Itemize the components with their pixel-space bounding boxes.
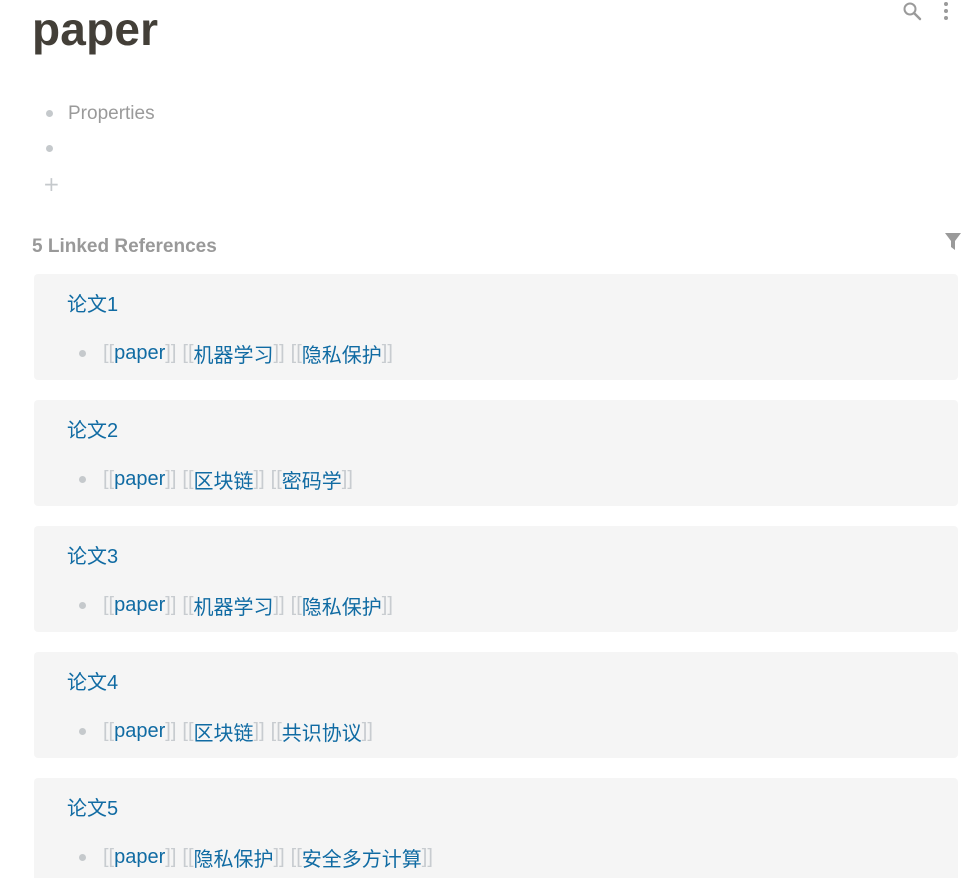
bracket-close: ]]: [273, 594, 285, 616]
page-reference[interactable]: [[区块链]]: [182, 465, 264, 494]
page-reference-link[interactable]: 安全多方计算: [302, 843, 422, 872]
plus-icon: +: [43, 171, 60, 196]
bracket-close: ]]: [253, 468, 265, 490]
page-reference[interactable]: [[隐私保护]]: [291, 591, 393, 620]
linked-references-title[interactable]: 5 Linked References: [32, 236, 217, 258]
page-reference[interactable]: [[paper]]: [103, 468, 176, 491]
bracket-close: ]]: [421, 846, 433, 868]
block-bullet[interactable]: [46, 145, 53, 152]
bracket-close: ]]: [273, 846, 285, 868]
block-bullet[interactable]: [79, 476, 86, 483]
block-bullet[interactable]: [79, 854, 86, 861]
bracket-open: [[: [103, 342, 115, 364]
page-reference[interactable]: [[机器学习]]: [182, 591, 284, 620]
bracket-open: [[: [103, 846, 115, 868]
page-reference[interactable]: [[共识协议]]: [271, 717, 373, 746]
page-reference[interactable]: [[paper]]: [103, 846, 176, 869]
reference-page-link[interactable]: 论文1: [67, 288, 118, 317]
bracket-close: ]]: [165, 468, 177, 490]
page-reference[interactable]: [[安全多方计算]]: [291, 843, 433, 872]
bracket-open: [[: [182, 342, 194, 364]
page-reference-link[interactable]: 隐私保护: [302, 591, 382, 620]
reference-page-link[interactable]: 论文2: [67, 414, 118, 443]
page-reference-link[interactable]: 密码学: [282, 465, 342, 494]
bracket-open: [[: [290, 846, 302, 868]
block-bullet[interactable]: [79, 350, 86, 357]
page-reference-link[interactable]: 区块链: [194, 465, 254, 494]
bracket-close: ]]: [165, 342, 177, 364]
bracket-open: [[: [290, 594, 302, 616]
block-bullet[interactable]: [79, 602, 86, 609]
bracket-close: ]]: [165, 594, 177, 616]
page-reference-link[interactable]: paper: [114, 720, 165, 743]
bracket-open: [[: [182, 720, 194, 742]
reference-block[interactable]: [[paper]][[隐私保护]][[安全多方计算]]: [79, 843, 439, 872]
page-reference[interactable]: [[机器学习]]: [182, 339, 284, 368]
reference-card: 论文5[[paper]][[隐私保护]][[安全多方计算]]: [34, 778, 958, 878]
reference-page-link[interactable]: 论文5: [67, 792, 118, 821]
reference-card: 论文2[[paper]][[区块链]][[密码学]]: [34, 400, 958, 506]
bracket-open: [[: [270, 468, 282, 490]
bracket-close: ]]: [381, 594, 393, 616]
bracket-close: ]]: [253, 720, 265, 742]
linked-references-header: 5 Linked References: [32, 233, 961, 258]
bracket-open: [[: [182, 468, 194, 490]
bracket-open: [[: [270, 720, 282, 742]
page-reference[interactable]: [[paper]]: [103, 594, 176, 617]
block-bullet[interactable]: [46, 110, 53, 117]
page-reference-link[interactable]: 隐私保护: [302, 339, 382, 368]
page-reference-link[interactable]: paper: [114, 468, 165, 491]
page-title[interactable]: paper: [32, 2, 158, 56]
reference-page-link[interactable]: 论文3: [67, 540, 118, 569]
page-root: paper Properties + 5 Linked References 论…: [0, 0, 971, 878]
block-text[interactable]: Properties: [68, 103, 155, 125]
page-reference-link[interactable]: paper: [114, 594, 165, 617]
more-vertical-icon[interactable]: [935, 0, 957, 22]
block-list: Properties +: [40, 96, 155, 201]
reference-block[interactable]: [[paper]][[机器学习]][[隐私保护]]: [79, 339, 399, 368]
page-reference-link[interactable]: paper: [114, 342, 165, 365]
page-reference-link[interactable]: 共识协议: [282, 717, 362, 746]
page-reference[interactable]: [[paper]]: [103, 720, 176, 743]
page-reference[interactable]: [[隐私保护]]: [291, 339, 393, 368]
page-reference[interactable]: [[区块链]]: [182, 717, 264, 746]
bracket-open: [[: [290, 342, 302, 364]
reference-card: 论文3[[paper]][[机器学习]][[隐私保护]]: [34, 526, 958, 632]
bracket-open: [[: [182, 846, 194, 868]
bracket-close: ]]: [165, 720, 177, 742]
top-actions: [901, 0, 957, 22]
add-block-button[interactable]: +: [43, 166, 155, 201]
bracket-close: ]]: [273, 342, 285, 364]
reference-block[interactable]: [[paper]][[区块链]][[共识协议]]: [79, 717, 379, 746]
bracket-close: ]]: [165, 846, 177, 868]
bracket-open: [[: [103, 468, 115, 490]
bracket-open: [[: [182, 594, 194, 616]
filter-icon[interactable]: [942, 231, 964, 253]
page-reference-link[interactable]: 区块链: [194, 717, 254, 746]
reference-card: 论文4[[paper]][[区块链]][[共识协议]]: [34, 652, 958, 758]
page-reference[interactable]: [[隐私保护]]: [182, 843, 284, 872]
reference-block[interactable]: [[paper]][[机器学习]][[隐私保护]]: [79, 591, 399, 620]
block-properties[interactable]: Properties: [40, 96, 155, 131]
search-icon[interactable]: [901, 0, 923, 22]
page-reference[interactable]: [[paper]]: [103, 342, 176, 365]
page-reference-link[interactable]: 隐私保护: [194, 843, 274, 872]
bracket-close: ]]: [381, 342, 393, 364]
bracket-open: [[: [103, 594, 115, 616]
block-bullet[interactable]: [79, 728, 86, 735]
block-empty[interactable]: [40, 131, 155, 166]
reference-block[interactable]: [[paper]][[区块链]][[密码学]]: [79, 465, 359, 494]
reference-card: 论文1[[paper]][[机器学习]][[隐私保护]]: [34, 274, 958, 380]
reference-page-link[interactable]: 论文4: [67, 666, 118, 695]
bracket-close: ]]: [361, 720, 373, 742]
page-reference-link[interactable]: 机器学习: [194, 591, 274, 620]
page-reference[interactable]: [[密码学]]: [271, 465, 353, 494]
page-reference-link[interactable]: 机器学习: [194, 339, 274, 368]
page-reference-link[interactable]: paper: [114, 846, 165, 869]
bracket-open: [[: [103, 720, 115, 742]
bracket-close: ]]: [341, 468, 353, 490]
